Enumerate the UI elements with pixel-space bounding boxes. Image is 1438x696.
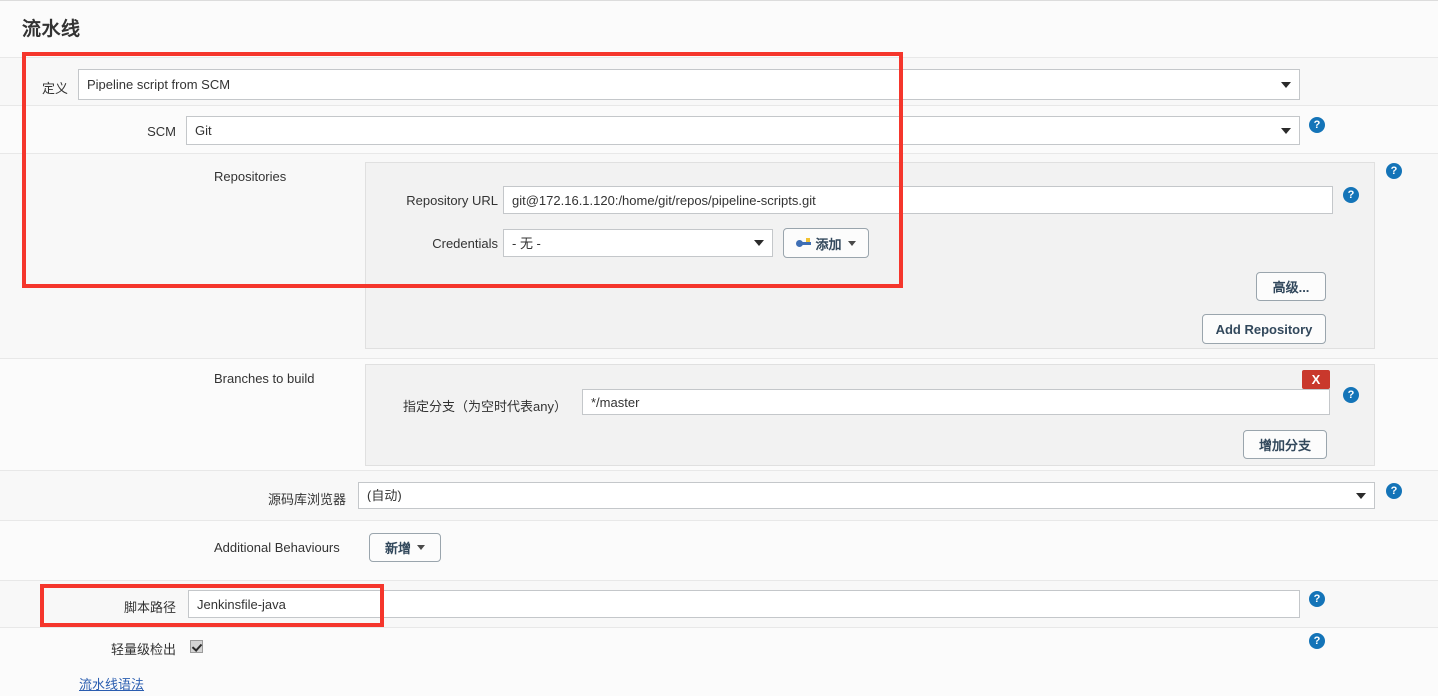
add-repository-button[interactable]: Add Repository — [1202, 314, 1326, 344]
advanced-button[interactable]: 高级... — [1256, 272, 1326, 301]
page-top-divider — [0, 0, 1438, 1]
repository-browser-label: 源码库浏览器 — [267, 492, 346, 507]
branches-label: Branches to build — [214, 371, 315, 386]
credentials-label: Credentials — [432, 236, 498, 251]
chevron-down-icon — [1281, 81, 1291, 88]
additional-behaviours-label: Additional Behaviours — [214, 540, 340, 555]
scm-select-value: Git — [195, 124, 212, 137]
scm-label: SCM — [147, 124, 176, 139]
row-divider-3 — [0, 153, 1438, 154]
row-band-lightweight — [0, 627, 1438, 665]
add-repository-button-label: Add Repository — [1215, 321, 1313, 337]
scm-help-icon[interactable]: ? — [1309, 117, 1325, 133]
repository-url-help-icon[interactable]: ? — [1343, 187, 1359, 203]
add-credentials-label: 添加 — [815, 236, 842, 252]
script-path-label: 脚本路径 — [123, 600, 176, 615]
row-divider-4 — [0, 358, 1438, 359]
lightweight-checkout-help-icon[interactable]: ? — [1309, 633, 1325, 649]
add-credentials-button[interactable]: 添加 — [783, 228, 869, 258]
row-divider-2 — [0, 105, 1438, 106]
repository-url-input[interactable] — [503, 186, 1333, 214]
row-divider-6 — [0, 520, 1438, 521]
row-divider-7 — [0, 580, 1438, 581]
chevron-down-icon — [1281, 127, 1291, 134]
repository-browser-help-icon[interactable]: ? — [1386, 483, 1402, 499]
chevron-down-icon — [417, 545, 425, 550]
add-behaviour-button-label: 新增 — [384, 541, 411, 556]
add-branch-button-label: 增加分支 — [1258, 438, 1311, 453]
branches-help-icon[interactable]: ? — [1343, 387, 1359, 403]
row-divider-1 — [0, 57, 1438, 58]
repository-url-label: Repository URL — [406, 193, 498, 208]
repositories-help-icon[interactable]: ? — [1386, 163, 1402, 179]
branch-specifier-label: 指定分支（为空时代表any） — [403, 399, 567, 414]
script-path-input[interactable] — [188, 590, 1300, 618]
key-icon — [796, 237, 812, 249]
pipeline-syntax-link[interactable]: 流水线语法 — [79, 674, 144, 693]
add-behaviour-button[interactable]: 新增 — [369, 533, 441, 562]
chevron-down-icon — [1356, 492, 1366, 499]
repository-browser-select-value: (自动) — [367, 489, 402, 502]
row-divider-5 — [0, 470, 1438, 471]
definition-label: 定义 — [41, 81, 68, 96]
repository-browser-select[interactable]: (自动) — [358, 482, 1375, 509]
lightweight-checkout-checkbox[interactable] — [190, 640, 203, 653]
credentials-select-value: - 无 - — [512, 236, 541, 250]
page-title: 流水线 — [22, 19, 81, 40]
branches-panel — [365, 364, 1375, 466]
chevron-down-icon — [847, 240, 856, 246]
definition-select[interactable]: Pipeline script from SCM — [78, 69, 1300, 100]
add-branch-button[interactable]: 增加分支 — [1243, 430, 1327, 459]
script-path-help-icon[interactable]: ? — [1309, 591, 1325, 607]
credentials-select[interactable]: - 无 - — [503, 229, 773, 257]
repositories-label: Repositories — [214, 169, 287, 184]
row-divider-8 — [0, 627, 1438, 628]
advanced-button-label: 高级... — [1272, 280, 1310, 295]
branch-specifier-input[interactable] — [582, 389, 1330, 415]
chevron-down-icon — [754, 240, 764, 246]
scm-select[interactable]: Git — [186, 116, 1300, 145]
delete-branch-button[interactable]: X — [1302, 370, 1330, 389]
definition-select-value: Pipeline script from SCM — [87, 78, 231, 91]
lightweight-checkout-label: 轻量级检出 — [110, 642, 176, 657]
